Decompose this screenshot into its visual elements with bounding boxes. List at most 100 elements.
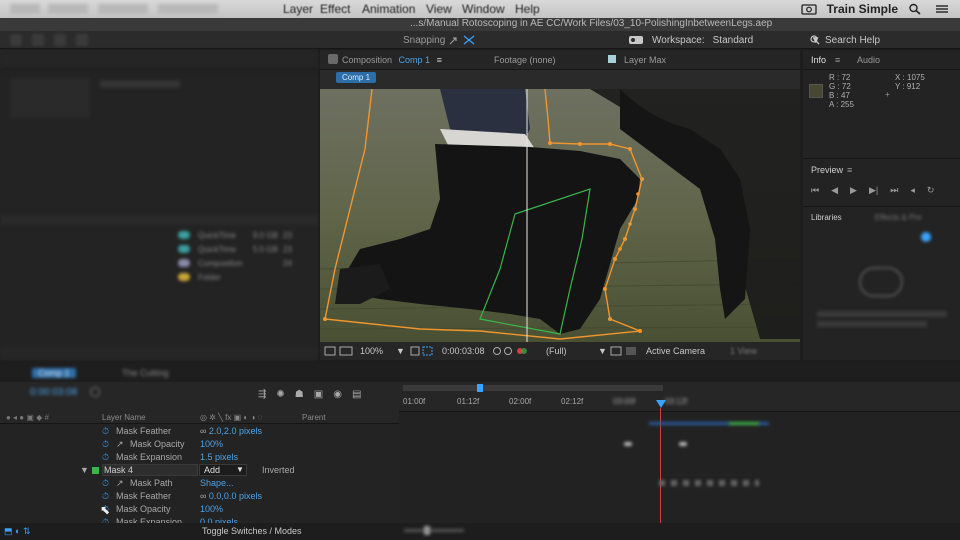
zoom-slider-handle[interactable] [424, 526, 430, 535]
work-area-handle[interactable] [477, 384, 483, 392]
search-icon[interactable] [90, 387, 100, 397]
resolution-select[interactable]: (Full) [546, 346, 567, 356]
work-area-bar[interactable] [403, 385, 663, 391]
chevron-down-icon[interactable]: ▼ [396, 346, 405, 356]
project-item[interactable]: QuickTime 5.5 GB 23 [8, 242, 314, 256]
menu-layer[interactable]: Layer [283, 2, 313, 16]
playhead-handle[interactable] [656, 400, 666, 408]
tab-comp1[interactable]: Comp 1 [32, 368, 76, 378]
search-help-field[interactable]: Search Help [825, 35, 880, 48]
play-icon[interactable]: ▶ [850, 185, 857, 196]
tab-footage[interactable]: Footage (none) [494, 55, 556, 65]
zoom-slider[interactable] [404, 529, 464, 532]
keyframe-row[interactable] [659, 480, 759, 486]
timeline-graph[interactable]: 01:00f 01:12f 02:00f 02:12f 03:00f 03:12… [399, 382, 960, 540]
property-value[interactable]: 100% [200, 439, 223, 449]
property-row[interactable]: ⏱ ↗ Mask Path Shape... [0, 477, 398, 490]
region-icon[interactable] [610, 346, 640, 358]
project-item[interactable]: Composition 24 [8, 256, 314, 270]
lock-icon[interactable] [328, 54, 338, 64]
tab-composition[interactable]: Composition Comp 1 ≡ [342, 55, 442, 65]
project-item[interactable]: QuickTime 9.0 GB 23 [8, 228, 314, 242]
expand-triangle-icon[interactable]: ▼ [80, 465, 89, 475]
search-help-group[interactable]: Search Help [810, 35, 880, 48]
snapshot-icon[interactable] [492, 346, 532, 358]
col-layer-name[interactable]: Layer Name [102, 413, 146, 422]
stopwatch-icon[interactable]: ⏱ [102, 439, 109, 450]
snapping-label[interactable]: Snapping [403, 35, 445, 46]
current-time[interactable]: 0:00:03:08 [442, 346, 485, 356]
comp-breadcrumb[interactable]: Comp 1 [336, 72, 377, 83]
list-menu-icon[interactable] [934, 3, 950, 15]
col-parent[interactable]: Parent [302, 413, 326, 422]
menu-effect[interactable]: Effect [320, 2, 350, 16]
prev-frame-icon[interactable]: ◀ [831, 185, 838, 196]
property-row[interactable]: ⏱ ↗ Mask Opacity 100% [0, 438, 398, 451]
menu-help[interactable]: Help [515, 2, 540, 16]
property-value[interactable]: 100% [200, 504, 223, 514]
tab-the-cutting[interactable]: The Cutting [122, 368, 169, 378]
always-preview-icon[interactable] [324, 346, 354, 358]
property-row[interactable]: ⏱ Mask Feather ∞ 2.0,2.0 pixels [0, 425, 398, 438]
loop-icon[interactable]: ↻ [927, 185, 935, 196]
keyframe[interactable] [679, 442, 687, 446]
mask-name[interactable]: Mask 4 [104, 465, 133, 475]
next-frame-icon[interactable]: ▶| [869, 185, 878, 196]
chevron-down-icon[interactable]: ▼ [236, 465, 244, 474]
libraries-title[interactable]: Libraries [811, 213, 842, 222]
timeline-timecode[interactable]: 0:00:03:08 [30, 387, 77, 398]
property-value[interactable]: ∞ 0.0,0.0 pixels [200, 491, 262, 501]
workspace-toggle-icon[interactable] [628, 35, 644, 48]
inverted-checkbox[interactable]: Inverted [262, 465, 295, 475]
mouse-cursor-icon: ⬉ [100, 503, 111, 517]
tab-audio[interactable]: Audio [857, 55, 880, 65]
search-icon[interactable] [908, 3, 924, 15]
menu-window[interactable]: Window [462, 2, 505, 16]
property-value[interactable]: ∞ 2.0,2.0 pixels [200, 426, 262, 436]
mask-mode-select[interactable]: Add [204, 465, 220, 475]
property-row[interactable]: ⏱ Mask Opacity 100% [0, 503, 398, 516]
time-ruler[interactable]: 01:00f 01:12f 02:00f 02:12f 03:00f 03:12… [399, 382, 960, 412]
stopwatch-icon[interactable]: ⏱ [102, 426, 109, 437]
zoom-select[interactable]: 100% [360, 346, 383, 356]
chevron-down-icon[interactable]: ▼ [598, 346, 607, 356]
mute-icon[interactable]: ◂ [910, 185, 915, 196]
grid-icon[interactable] [410, 346, 434, 358]
workspace-select[interactable]: Standard [713, 35, 803, 48]
first-frame-icon[interactable]: ⏮ [811, 185, 819, 196]
snap-expand-icon[interactable] [448, 34, 476, 49]
stopwatch-icon[interactable]: ⏱ [102, 478, 109, 489]
property-value[interactable]: Shape... [200, 478, 234, 488]
sync-icon[interactable] [921, 232, 931, 242]
stopwatch-icon[interactable]: ⏱ [102, 452, 109, 463]
property-row[interactable]: ⏱ Mask Feather ∞ 0.0,0.0 pixels [0, 490, 398, 503]
view-layout-select[interactable]: 1 View [730, 346, 757, 356]
property-row[interactable]: ⏱ Mask Expansion 1.5 pixels [0, 451, 398, 464]
motion-blur-icon[interactable]: ◉ [333, 389, 342, 400]
last-frame-icon[interactable]: ⏭ [890, 185, 898, 196]
mask-color-swatch[interactable] [92, 467, 99, 474]
menu-animation[interactable]: Animation [362, 2, 415, 16]
comp-flowchart-icon[interactable]: ⇶ [258, 389, 266, 400]
stopwatch-icon[interactable]: ⏱ [102, 491, 109, 502]
property-name: Mask Opacity [116, 504, 171, 514]
frame-blend-icon[interactable]: ▣ [314, 389, 323, 400]
tab-info[interactable]: Info [811, 55, 826, 65]
toggle-switches-modes[interactable]: Toggle Switches / Modes [202, 526, 302, 536]
shy-icon[interactable]: ☗ [295, 389, 304, 400]
render-icons[interactable]: ⬒ ◐ ⇅ [4, 526, 30, 537]
project-item[interactable]: Folder [8, 270, 314, 284]
panel-menu-icon[interactable]: ≡ [847, 165, 852, 175]
menu-view[interactable]: View [426, 2, 452, 16]
keyframe[interactable] [624, 442, 632, 446]
camera-select[interactable]: Active Camera [646, 346, 705, 356]
draft-3d-icon[interactable]: ✺ [276, 389, 284, 400]
tab-effects[interactable]: Effects & Pre [875, 213, 922, 222]
camera-icon[interactable] [800, 3, 817, 15]
mask-row[interactable]: ▼ Mask 4 Add ▼ Inverted [0, 464, 398, 477]
graph-editor-icon[interactable]: ▤ [352, 389, 361, 400]
property-value[interactable]: 1.5 pixels [200, 452, 238, 462]
tab-layer[interactable]: Layer Max [624, 55, 666, 65]
panel-menu-icon[interactable]: ≡ [835, 55, 840, 65]
composition-viewer[interactable] [320, 89, 800, 342]
